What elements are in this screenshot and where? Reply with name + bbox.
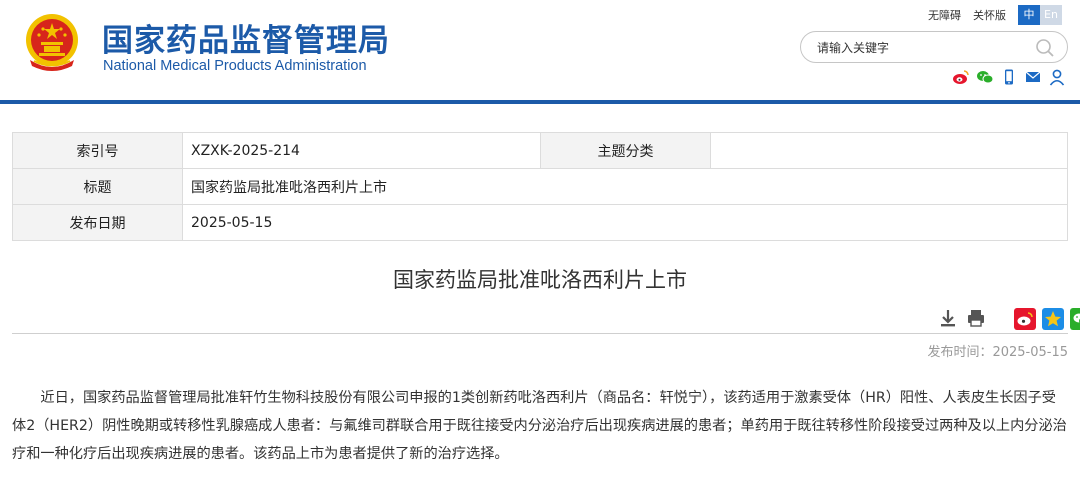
article-tools [938,308,1080,330]
category-label: 主题分类 [540,132,711,169]
search-input[interactable] [817,39,1017,57]
category-value [710,132,1068,169]
mail-icon[interactable] [1024,68,1042,86]
table-row: 索引号 XZXK-2025-214 主题分类 [12,132,1068,169]
publish-time: 发布时间：2025-05-15 [927,345,1068,360]
title-value: 国家药监局批准吡洛西利片上市 [182,168,1068,205]
site-title-en[interactable]: National Medical Products Administration [103,58,367,74]
wechat-icon[interactable] [976,68,994,86]
index-value: XZXK-2025-214 [182,132,541,169]
print-icon[interactable] [966,308,986,328]
lang-zh-button[interactable]: 中 [1018,5,1040,25]
weibo-share-icon[interactable] [1014,308,1036,330]
article-divider [12,333,1068,334]
mobile-icon[interactable] [1000,68,1018,86]
top-links: 无障碍 关怀版 中 En [928,5,1062,25]
header-share-icons [952,68,1066,86]
date-label: 发布日期 [12,204,183,241]
article-title: 国家药监局批准吡洛西利片上市 [393,268,687,292]
table-row: 标题 国家药监局批准吡洛西利片上市 [12,168,1068,205]
accessibility-link[interactable]: 无障碍 [928,7,961,23]
article-body: 近日，国家药品监督管理局批准轩竹生物科技股份有限公司申报的1类创新药吡洛西利片（… [12,390,1067,462]
date-value: 2025-05-15 [182,204,1068,241]
site-title-cn[interactable]: 国家药品监督管理局 [102,15,390,60]
search-icon[interactable] [1035,38,1055,58]
language-switch: 中 En [1018,5,1062,25]
qzone-share-icon[interactable] [1042,308,1064,330]
national-emblem-icon[interactable] [22,12,82,74]
document-info-table: 索引号 XZXK-2025-214 主题分类 标题 国家药监局批准吡洛西利片上市… [12,132,1068,241]
download-icon[interactable] [938,308,958,328]
search-box [800,31,1068,63]
site-header: 国家药品监督管理局 National Medical Products Admi… [0,0,1080,102]
user-icon[interactable] [1048,68,1066,86]
elder-mode-link[interactable]: 关怀版 [973,7,1006,23]
wechat-share-icon[interactable] [1070,308,1080,330]
header-divider-bar [0,100,1080,104]
index-label: 索引号 [12,132,183,169]
lang-en-button[interactable]: En [1040,5,1062,25]
title-label: 标题 [12,168,183,205]
weibo-icon[interactable] [952,68,970,86]
table-row: 发布日期 2025-05-15 [12,204,1068,241]
